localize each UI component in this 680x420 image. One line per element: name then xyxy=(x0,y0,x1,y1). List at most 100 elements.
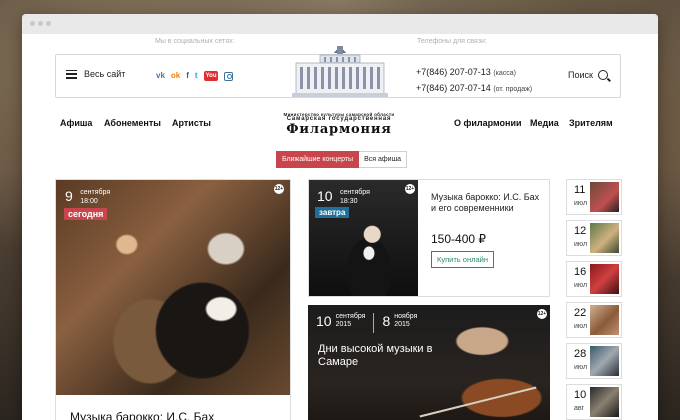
event-date: 10 сентября 18:30 xyxy=(317,188,370,206)
browser-window: Мы в социальных сетях: Телефоны для связ… xyxy=(22,14,658,420)
social-caption: Мы в социальных сетях: xyxy=(155,38,235,45)
start-day: 10 xyxy=(316,313,332,329)
buy-online-button[interactable]: Купить онлайн xyxy=(431,251,494,268)
phone-number: +7(846) 207-07-14 xyxy=(416,83,491,93)
date-day: 10 xyxy=(574,389,587,401)
logo-title: Филармония xyxy=(286,122,392,137)
date-day: 16 xyxy=(574,266,587,278)
search-label: Поиск xyxy=(568,70,593,80)
phone-numbers: +7(846) 207-07-13 (касса) +7(846) 207-07… xyxy=(416,65,532,97)
event-day: 10 xyxy=(317,188,333,204)
instagram-icon[interactable] xyxy=(224,71,234,81)
nav-item-afisha[interactable]: Афиша xyxy=(60,118,92,128)
phone-line[interactable]: +7(846) 207-07-14 (от. продаж) xyxy=(416,81,532,97)
hamburger-icon xyxy=(66,69,77,79)
twitter-icon[interactable]: t xyxy=(195,71,198,81)
site-header: Весь сайт vk ok f t You +7(846) 207-07-1… xyxy=(55,46,621,98)
event-title[interactable]: Музыка барокко: И.С. Бах и его современн… xyxy=(431,192,543,214)
events-tabs: Ближайшие концерты Вся афиша xyxy=(276,151,408,168)
date-month: авг xyxy=(574,405,585,412)
today-badge: сегодня xyxy=(64,208,108,220)
event-card[interactable]: 10 сентября 18:30 завтра 12+ Музыка баро… xyxy=(308,179,550,297)
tab-upcoming-concerts[interactable]: Ближайшие концерты xyxy=(276,151,360,168)
event-thumbnail xyxy=(590,305,619,335)
festival-date-range: 10 сентября 2015 8 ноября 2015 xyxy=(316,313,417,333)
event-thumbnail xyxy=(590,223,619,253)
event-thumbnail xyxy=(590,182,619,212)
date-list-item[interactable]: 10 авг xyxy=(566,384,622,420)
date-list-item[interactable]: 28 июл xyxy=(566,343,622,379)
date-list-item[interactable]: 22 июл xyxy=(566,302,622,338)
event-date: 9 сентября 18:00 xyxy=(65,188,110,206)
date-month: июл xyxy=(574,323,588,330)
site-logo[interactable]: Министерство культуры самарской области … xyxy=(267,112,411,137)
event-time: 18:00 xyxy=(80,198,98,205)
event-thumbnail xyxy=(590,387,619,417)
browser-titlebar xyxy=(22,14,658,34)
age-rating-badge: 12+ xyxy=(274,184,284,194)
featured-event-card[interactable]: 9 сентября 18:00 сегодня 12+ Музыка баро… xyxy=(55,179,291,420)
event-thumbnail xyxy=(590,346,619,376)
event-month: сентября xyxy=(340,189,370,196)
date-month: июл xyxy=(574,282,588,289)
nav-item-media[interactable]: Медиа xyxy=(530,118,559,128)
date-list-item[interactable]: 16 июл xyxy=(566,261,622,297)
event-time: 18:30 xyxy=(340,198,358,205)
search-button[interactable]: Поиск xyxy=(568,70,608,80)
date-month: июл xyxy=(574,200,588,207)
event-title[interactable]: Музыка барокко: И.С. Бах xyxy=(70,410,214,420)
date-day: 28 xyxy=(574,348,587,360)
date-day: 11 xyxy=(574,184,586,196)
page-content: Мы в социальных сетях: Телефоны для связ… xyxy=(22,34,658,420)
window-dot[interactable] xyxy=(38,21,43,26)
festival-title[interactable]: Дни высокой музыки в Самаре xyxy=(318,343,448,369)
phone-note: (касса) xyxy=(493,70,516,77)
event-month: сентября xyxy=(80,189,111,196)
start-month: сентября xyxy=(335,313,366,320)
start-month-year: сентября 2015 xyxy=(336,313,366,329)
end-month: ноября xyxy=(394,313,418,320)
age-rating-badge: 12+ xyxy=(537,309,547,319)
window-controls xyxy=(30,21,51,26)
phone-line[interactable]: +7(846) 207-07-13 (касса) xyxy=(416,65,532,81)
facebook-icon[interactable]: f xyxy=(186,71,189,81)
search-icon xyxy=(598,70,608,80)
tab-all-events[interactable]: Вся афиша xyxy=(359,151,408,168)
age-rating-badge: 12+ xyxy=(405,184,415,194)
phone-number: +7(846) 207-07-13 xyxy=(416,67,491,77)
date-list-item[interactable]: 11 июл xyxy=(566,179,622,215)
nav-item-audience[interactable]: Зрителям xyxy=(569,118,613,128)
end-year: 2015 xyxy=(394,321,410,328)
site-menu-label: Весь сайт xyxy=(84,69,126,79)
event-price: 150-400 ₽ xyxy=(431,232,487,246)
upcoming-dates-list: 11 июл 12 июл 16 июл 22 июл 28 июл 10 ав… xyxy=(566,179,622,420)
window-dot[interactable] xyxy=(46,21,51,26)
odnoklassniki-icon[interactable]: ok xyxy=(171,71,180,81)
date-day: 22 xyxy=(574,307,587,319)
philharmonic-building-logo[interactable] xyxy=(290,43,390,99)
event-day: 9 xyxy=(65,188,73,204)
date-month: июл xyxy=(574,364,588,371)
vk-icon[interactable]: vk xyxy=(156,71,165,81)
event-thumbnail xyxy=(590,264,619,294)
nav-item-subscriptions[interactable]: Абонементы xyxy=(104,118,161,128)
festival-card[interactable]: 10 сентября 2015 8 ноября 2015 12+ Дни в… xyxy=(308,305,550,420)
end-day: 8 xyxy=(382,313,391,329)
tomorrow-badge: завтра xyxy=(315,207,350,218)
youtube-icon[interactable]: You xyxy=(203,71,219,81)
nav-item-artists[interactable]: Артисты xyxy=(172,118,211,128)
date-separator xyxy=(373,313,375,333)
event-month-time: сентября 18:30 xyxy=(340,188,370,206)
date-day: 12 xyxy=(574,225,587,237)
site-menu-button[interactable]: Весь сайт xyxy=(66,69,125,79)
phone-note: (от. продаж) xyxy=(493,86,533,93)
start-year: 2015 xyxy=(335,321,352,328)
window-dot[interactable] xyxy=(30,21,35,26)
date-list-item[interactable]: 12 июл xyxy=(566,220,622,256)
nav-item-about[interactable]: О филармонии xyxy=(454,118,522,128)
phones-caption: Телефоны для связи: xyxy=(417,38,487,45)
date-month: июл xyxy=(574,241,588,248)
social-links: vk ok f t You xyxy=(156,71,234,81)
event-month-time: сентября 18:00 xyxy=(80,188,110,206)
end-month-year: ноября 2015 xyxy=(394,313,417,329)
